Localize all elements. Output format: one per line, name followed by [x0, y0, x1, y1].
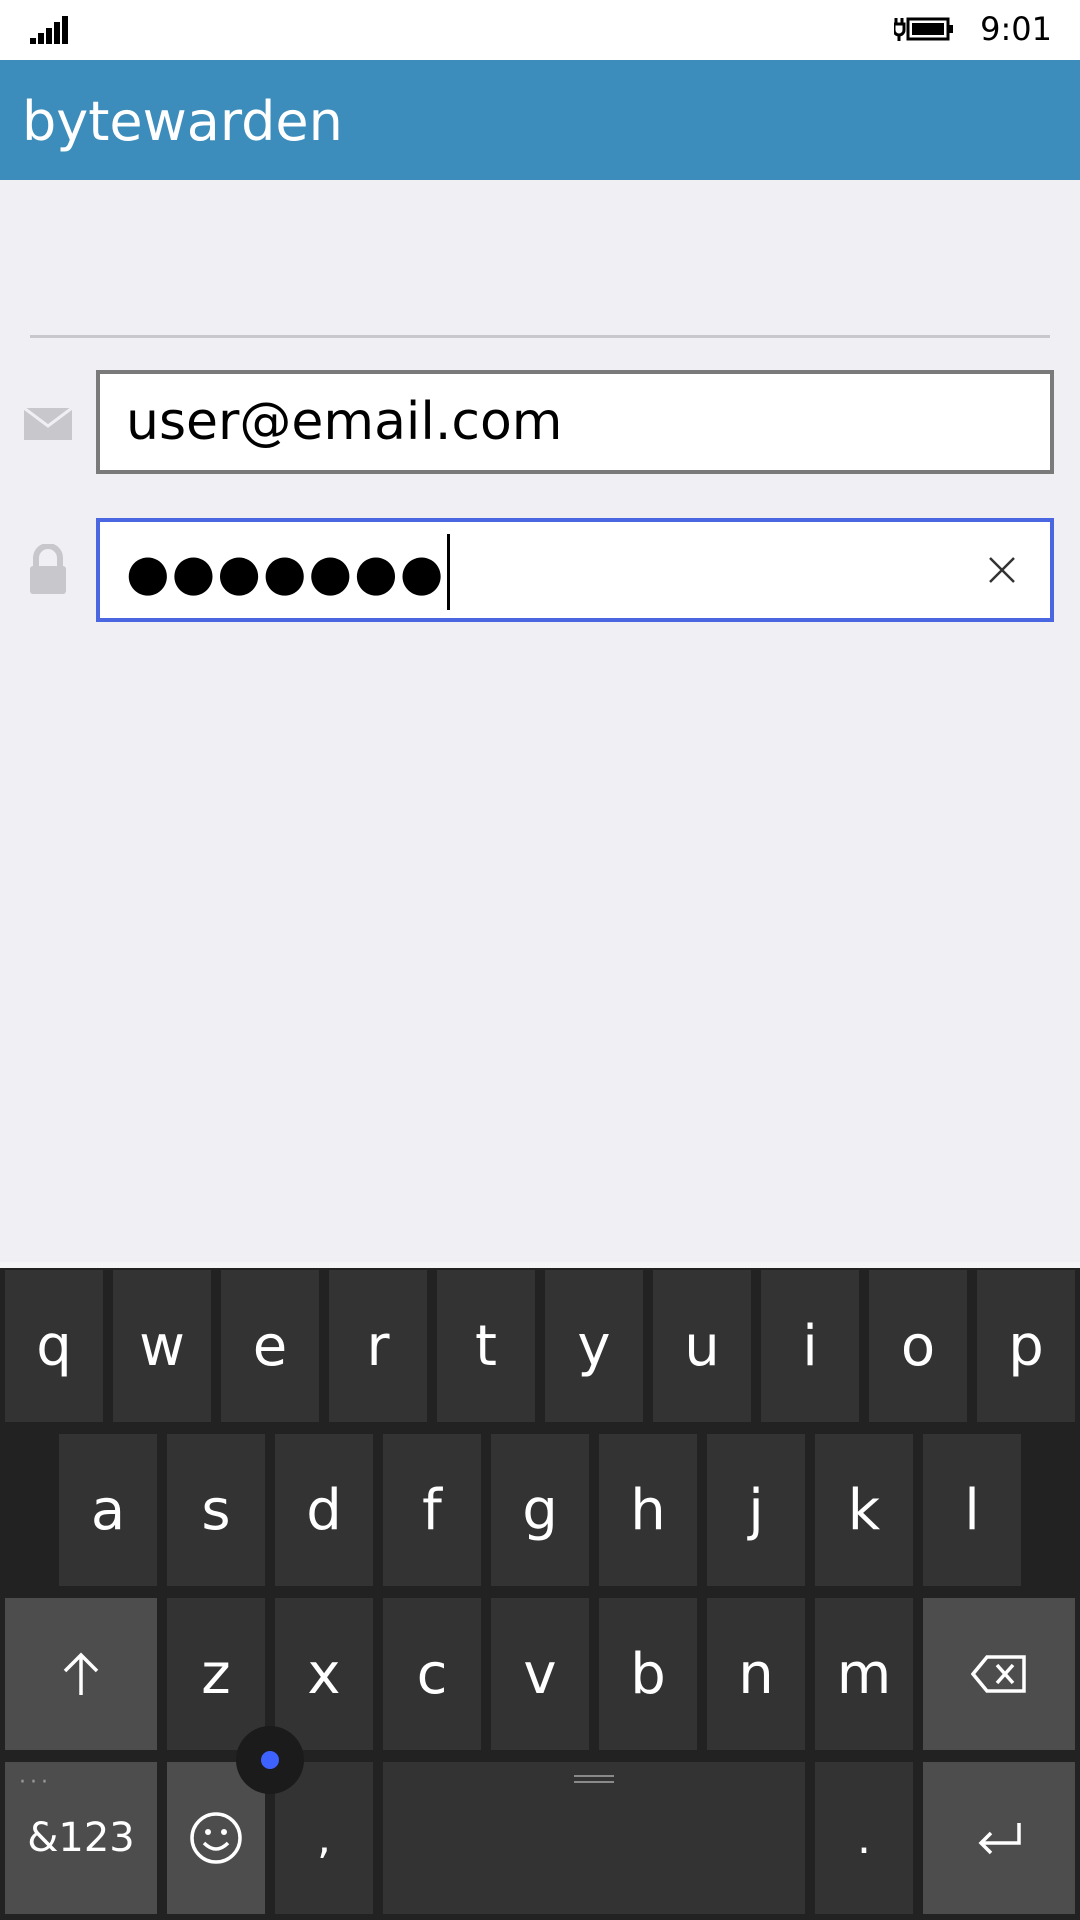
enter-icon	[978, 1823, 1021, 1855]
key-n[interactable]: n	[707, 1598, 805, 1750]
cursor-control[interactable]	[236, 1726, 304, 1794]
more-dots-icon: ···	[19, 1770, 52, 1795]
key-e[interactable]: e	[221, 1270, 319, 1422]
close-icon[interactable]	[984, 552, 1020, 588]
key-a[interactable]: a	[59, 1434, 157, 1586]
key-t[interactable]: t	[437, 1270, 535, 1422]
key-b[interactable]: b	[599, 1598, 697, 1750]
key-s[interactable]: s	[167, 1434, 265, 1586]
app-title: bytewarden	[22, 90, 343, 153]
key-u[interactable]: u	[653, 1270, 751, 1422]
backspace-key[interactable]	[923, 1598, 1075, 1750]
password-field[interactable]: ●●●●●●●	[96, 518, 1054, 622]
key-j[interactable]: j	[707, 1434, 805, 1586]
key-m[interactable]: m	[815, 1598, 913, 1750]
key-o[interactable]: o	[869, 1270, 967, 1422]
key-x[interactable]: x	[275, 1598, 373, 1750]
text-caret	[447, 534, 451, 610]
key-r[interactable]: r	[329, 1270, 427, 1422]
key-c[interactable]: c	[383, 1598, 481, 1750]
email-field[interactable]: user@email.com	[96, 370, 1054, 474]
space-key[interactable]	[383, 1762, 805, 1914]
key-w[interactable]: w	[113, 1270, 211, 1422]
divider	[30, 335, 1050, 338]
key-d[interactable]: d	[275, 1434, 373, 1586]
cursor-control-dot	[261, 1751, 279, 1769]
key-p[interactable]: p	[977, 1270, 1075, 1422]
key-f[interactable]: f	[383, 1434, 481, 1586]
symbols-key-label: &123	[27, 1815, 135, 1861]
app-header: bytewarden	[0, 60, 1080, 180]
battery-charging-icon	[894, 17, 953, 41]
key-y[interactable]: y	[545, 1270, 643, 1422]
grip-icon	[574, 1775, 614, 1783]
key-l[interactable]: l	[923, 1434, 1021, 1586]
envelope-icon	[23, 406, 73, 440]
key-v[interactable]: v	[491, 1598, 589, 1750]
signal-bars-icon	[30, 16, 68, 44]
key-q[interactable]: q	[5, 1270, 103, 1422]
symbols-key[interactable]: ··· &123	[5, 1762, 157, 1914]
key-h[interactable]: h	[599, 1434, 697, 1586]
shift-key[interactable]	[5, 1598, 157, 1750]
email-field-value: user@email.com	[126, 392, 563, 452]
backspace-icon	[971, 1655, 1026, 1693]
clock: 9:01	[980, 10, 1052, 48]
password-field-value: ●●●●●●●	[126, 534, 451, 614]
key-k[interactable]: k	[815, 1434, 913, 1586]
key-i[interactable]: i	[761, 1270, 859, 1422]
emoji-icon	[190, 1812, 242, 1864]
key-z[interactable]: z	[167, 1598, 265, 1750]
period-key[interactable]: .	[815, 1762, 913, 1914]
enter-key[interactable]	[923, 1762, 1075, 1914]
status-bar: 9:01	[0, 0, 1080, 60]
key-g[interactable]: g	[491, 1434, 589, 1586]
shift-arrow-icon	[63, 1652, 99, 1695]
lock-icon	[30, 544, 66, 594]
